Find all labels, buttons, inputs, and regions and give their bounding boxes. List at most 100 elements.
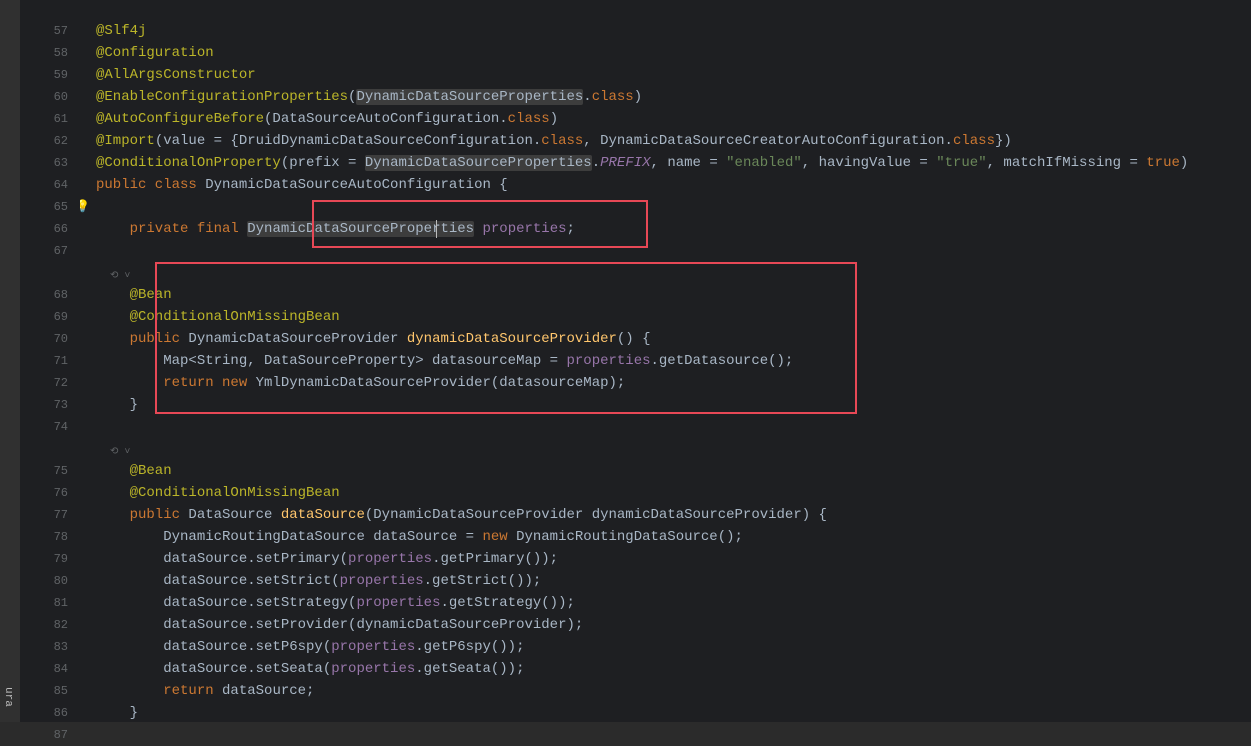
line-number[interactable]: 70	[20, 328, 68, 350]
code-line[interactable]: @ConditionalOnMissingBean	[80, 306, 1251, 328]
token: class	[953, 133, 995, 149]
code-line[interactable]: @Slf4j	[80, 20, 1251, 42]
token: .	[583, 89, 591, 105]
line-number[interactable]	[20, 262, 68, 284]
line-number[interactable]: 58	[20, 42, 68, 64]
code-line[interactable]: ⟲ ˅	[80, 438, 1251, 460]
code-line[interactable]: dataSource.setStrict(properties.getStric…	[80, 570, 1251, 592]
token	[96, 375, 163, 391]
code-line[interactable]: DynamicRoutingDataSource dataSource = ne…	[80, 526, 1251, 548]
code-line[interactable]: private final DynamicDataSourcePropertie…	[80, 218, 1251, 240]
code-line[interactable]: @Import(value = {DruidDynamicDataSourceC…	[80, 130, 1251, 152]
token: .getDatasource();	[651, 353, 794, 369]
code-line[interactable]: @Configuration	[80, 42, 1251, 64]
line-number[interactable]: 62	[20, 130, 68, 152]
line-number[interactable]: 67	[20, 240, 68, 262]
line-number[interactable]: 72	[20, 372, 68, 394]
line-number[interactable]: 80	[20, 570, 68, 592]
identifier-occurrence: DynamicDataSourceProperties	[356, 89, 583, 105]
identifier-occurrence: DynamicDataSourceProperties	[247, 221, 474, 237]
code-line[interactable]: @Bean	[80, 460, 1251, 482]
token: (value = {DruidDynamicDataSourceConfigur…	[155, 133, 541, 149]
code-editor[interactable]: @Slf4j@Configuration@AllArgsConstructor@…	[80, 0, 1251, 722]
line-number[interactable]: 86	[20, 702, 68, 724]
code-line[interactable]: @EnableConfigurationProperties(DynamicDa…	[80, 86, 1251, 108]
line-number[interactable]: 63	[20, 152, 68, 174]
code-line[interactable]: @Bean	[80, 284, 1251, 306]
token: DynamicRoutingDataSource dataSource =	[96, 529, 482, 545]
code-line[interactable]: Map<String, DataSourceProperty> datasour…	[80, 350, 1251, 372]
line-number[interactable]: 74	[20, 416, 68, 438]
code-line[interactable]: public DynamicDataSourceProvider dynamic…	[80, 328, 1251, 350]
code-line[interactable]: dataSource.setSeata(properties.getSeata(…	[80, 658, 1251, 680]
code-line[interactable]: 💡	[80, 196, 1251, 218]
code-line[interactable]: }	[80, 394, 1251, 416]
code-line[interactable]: dataSource.setPrimary(properties.getPrim…	[80, 548, 1251, 570]
line-number[interactable]: 61	[20, 108, 68, 130]
line-number[interactable]: 60	[20, 86, 68, 108]
token: .getStrategy());	[440, 595, 574, 611]
token: DynamicDataSourceAutoConfiguration {	[205, 177, 507, 193]
code-line[interactable]: return new YmlDynamicDataSourceProvider(…	[80, 372, 1251, 394]
token: dataSource.setStrategy(	[96, 595, 356, 611]
token: dataSource.setSeata(	[96, 661, 331, 677]
tool-window-label[interactable]: ura	[2, 687, 14, 707]
token: @Configuration	[96, 45, 214, 61]
code-line[interactable]	[80, 416, 1251, 438]
token: properties	[340, 573, 424, 589]
line-number[interactable]: 65	[20, 196, 68, 218]
token: , name =	[651, 155, 727, 171]
line-number[interactable]: 71	[20, 350, 68, 372]
tool-window-strip[interactable]: ura	[0, 0, 20, 722]
line-number[interactable]: 75	[20, 460, 68, 482]
token: .	[592, 155, 600, 171]
code-line[interactable]: @ConditionalOnMissingBean	[80, 482, 1251, 504]
line-number-gutter[interactable]: 5758596061626364656667 68697071727374 75…	[20, 0, 80, 722]
line-number[interactable]	[20, 438, 68, 460]
editor-container: ura 5758596061626364656667 6869707172737…	[0, 0, 1251, 722]
line-number[interactable]: 84	[20, 658, 68, 680]
line-number[interactable]: 73	[20, 394, 68, 416]
code-line[interactable]: public DataSource dataSource(DynamicData…	[80, 504, 1251, 526]
line-number[interactable]: 83	[20, 636, 68, 658]
code-line[interactable]: dataSource.setProvider(dynamicDataSource…	[80, 614, 1251, 636]
code-line[interactable]: ⟲ ˅	[80, 262, 1251, 284]
line-number[interactable]: 68	[20, 284, 68, 306]
intention-bulb-icon[interactable]: 💡	[80, 196, 90, 218]
line-number[interactable]: 87	[20, 724, 68, 746]
line-number[interactable]: 69	[20, 306, 68, 328]
token: new	[482, 529, 516, 545]
code-line[interactable]: dataSource.setStrategy(properties.getStr…	[80, 592, 1251, 614]
line-number[interactable]: 77	[20, 504, 68, 526]
code-line[interactable]: return dataSource;	[80, 680, 1251, 702]
line-number[interactable]: 82	[20, 614, 68, 636]
code-line[interactable]: }	[80, 702, 1251, 722]
token: }	[96, 705, 138, 721]
line-number[interactable]: 79	[20, 548, 68, 570]
token: public	[96, 507, 188, 523]
line-number[interactable]: 78	[20, 526, 68, 548]
code-line[interactable]: public class DynamicDataSourceAutoConfig…	[80, 174, 1251, 196]
token: DataSource	[188, 507, 280, 523]
token: properties	[331, 639, 415, 655]
line-number[interactable]: 59	[20, 64, 68, 86]
code-line[interactable]: dataSource.setP6spy(properties.getP6spy(…	[80, 636, 1251, 658]
line-number[interactable]: 81	[20, 592, 68, 614]
code-line[interactable]	[80, 240, 1251, 262]
token: DynamicRoutingDataSource();	[516, 529, 743, 545]
token: .getSeata());	[415, 661, 524, 677]
code-line[interactable]: @ConditionalOnProperty(prefix = DynamicD…	[80, 152, 1251, 174]
line-number[interactable]: 57	[20, 20, 68, 42]
token: dataSource.setProvider(dynamicDataSource…	[96, 617, 583, 633]
token: @ConditionalOnMissingBean	[96, 309, 340, 325]
token: properties	[566, 353, 650, 369]
code-line[interactable]: @AllArgsConstructor	[80, 64, 1251, 86]
line-number[interactable]: 64	[20, 174, 68, 196]
token: @Slf4j	[96, 23, 146, 39]
token: PREFIX	[600, 155, 650, 171]
line-number[interactable]: 66	[20, 218, 68, 240]
line-number[interactable]: 76	[20, 482, 68, 504]
line-number[interactable]: 85	[20, 680, 68, 702]
code-line[interactable]: @AutoConfigureBefore(DataSourceAutoConfi…	[80, 108, 1251, 130]
token: .getStrict());	[424, 573, 542, 589]
